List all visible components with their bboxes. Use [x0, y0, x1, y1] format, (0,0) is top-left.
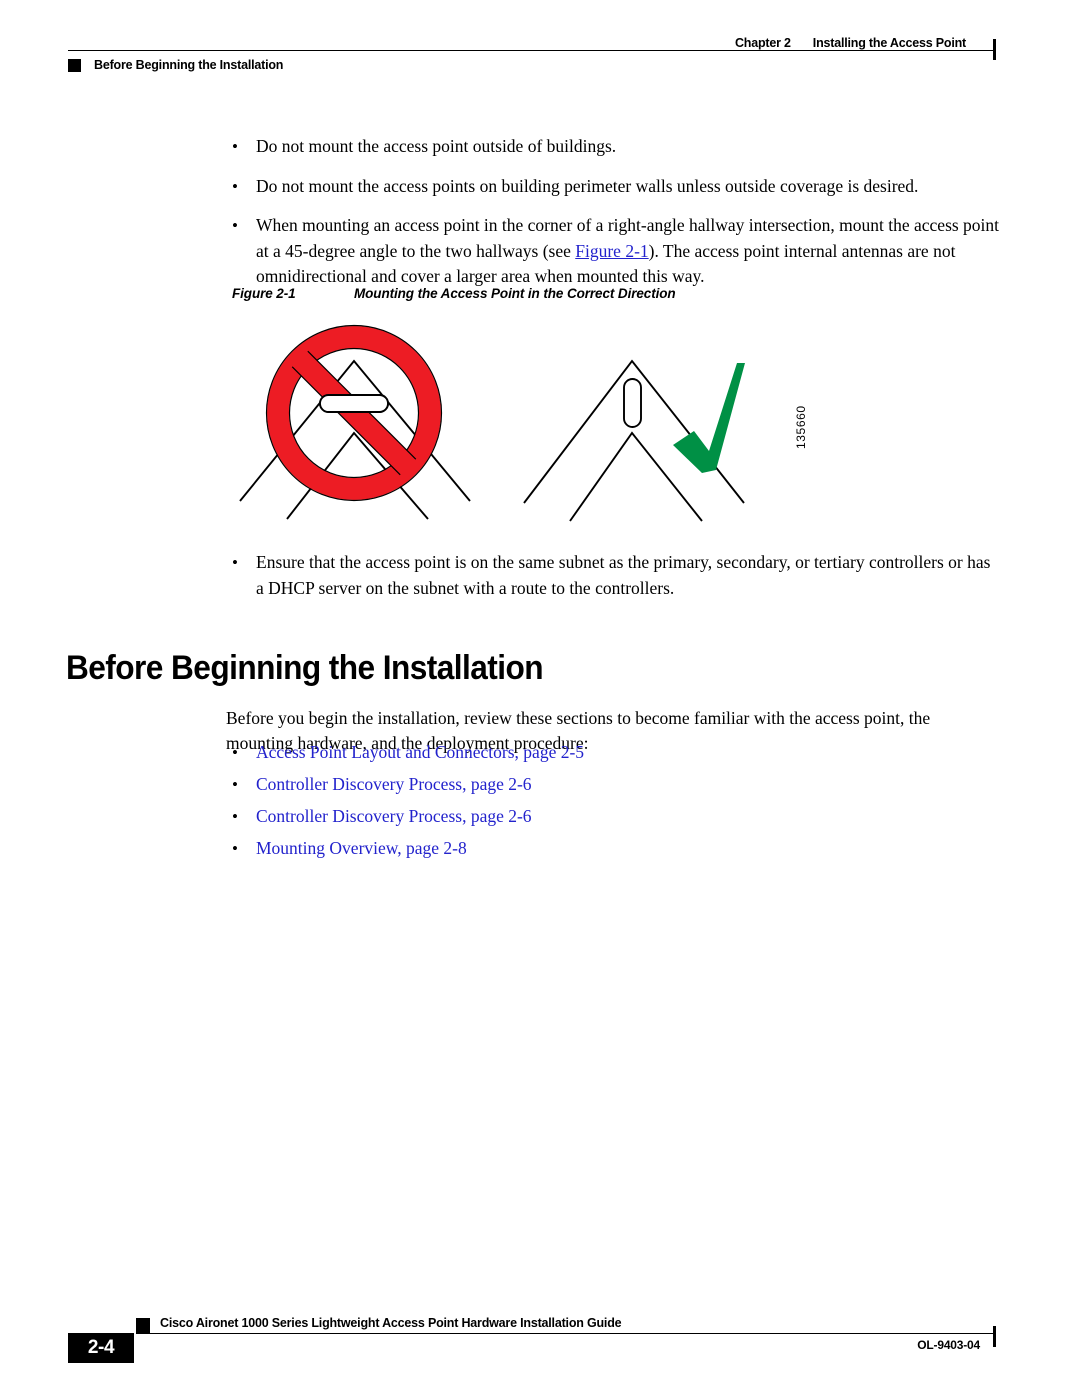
- bullet-marker-icon: •: [232, 807, 238, 826]
- list-item: • Controller Discovery Process, page 2-6: [232, 804, 992, 829]
- list-item-text: When mounting an access point in the cor…: [256, 213, 1002, 290]
- figure-caption-number: Figure 2-1: [232, 286, 296, 301]
- correct-mounting-diagram: [523, 359, 745, 522]
- list-item-text: Do not mount the access point outside of…: [256, 136, 617, 156]
- bullet-marker-icon: •: [232, 553, 238, 572]
- list-item-text: Ensure that the access point is on the s…: [256, 552, 991, 598]
- mounting-direction-illustration: [239, 324, 745, 522]
- figure-2-1: Figure 2-1 Mounting the Access Point in …: [232, 286, 1002, 528]
- figure-caption-title: Mounting the Access Point in the Correct…: [354, 286, 676, 301]
- header-chapter-line: Chapter 2 Installing the Access Point: [68, 28, 996, 50]
- access-point-vertical: [623, 378, 642, 428]
- bullet-marker-icon: •: [232, 743, 238, 762]
- running-head-text: Before Beginning the Installation: [94, 58, 284, 72]
- header-chapter-label: Chapter 2: [734, 36, 791, 50]
- page-header: Chapter 2 Installing the Access Point Be…: [68, 28, 996, 72]
- list-item-with-xref: • When mounting an access point in the c…: [232, 213, 1002, 290]
- bullet-marker-icon: •: [232, 176, 238, 196]
- footer-end-bar: [993, 1326, 996, 1347]
- running-head-row: Before Beginning the Installation: [68, 58, 996, 72]
- link-controller-discovery-process-1[interactable]: Controller Discovery Process, page 2-6: [256, 772, 992, 796]
- list-item-text: Do not mount the access points on buildi…: [256, 175, 919, 196]
- subnet-bullet-list: • Ensure that the access point is on the…: [232, 550, 1002, 615]
- list-item: • Mounting Overview, page 2-8: [232, 836, 992, 861]
- list-item: • Ensure that the access point is on the…: [232, 550, 1002, 601]
- header-end-bar: [993, 39, 996, 60]
- bullet-marker-icon: •: [232, 137, 238, 156]
- bullet-marker-icon: •: [232, 775, 238, 794]
- list-item: • Access Point Layout and Connectors, pa…: [232, 740, 992, 765]
- figure-2-1-link[interactable]: Figure 2-1: [575, 241, 648, 261]
- page-number-badge: 2-4: [68, 1333, 134, 1363]
- list-item: • Controller Discovery Process, page 2-6: [232, 772, 992, 797]
- guide-title: Cisco Aironet 1000 Series Lightweight Ac…: [160, 1316, 622, 1330]
- square-marker-icon: [68, 58, 81, 72]
- header-chapter-title: Installing the Access Point: [812, 36, 966, 50]
- section-link-list: • Access Point Layout and Connectors, pa…: [232, 740, 992, 868]
- page-title: Before Beginning the Installation: [66, 648, 544, 687]
- page-footer: 2-4 Cisco Aironet 1000 Series Lightweigh…: [0, 1312, 1080, 1372]
- link-mounting-overview[interactable]: Mounting Overview, page 2-8: [256, 836, 992, 860]
- link-controller-discovery-process-2[interactable]: Controller Discovery Process, page 2-6: [256, 804, 992, 828]
- document-id: OL-9403-04: [917, 1338, 980, 1352]
- figure-id-number: 135660: [794, 405, 808, 449]
- checkmark-icon: [673, 363, 745, 473]
- square-marker-icon: [136, 1318, 150, 1333]
- guidelines-bullet-list: • Do not mount the access point outside …: [232, 134, 1002, 304]
- incorrect-mounting-diagram: [239, 324, 471, 520]
- link-access-point-layout[interactable]: Access Point Layout and Connectors, page…: [256, 740, 992, 764]
- header-divider: [68, 39, 996, 60]
- bullet-marker-icon: •: [232, 216, 238, 235]
- figure-artwork: 135660: [232, 323, 832, 528]
- figure-caption: Figure 2-1 Mounting the Access Point in …: [232, 286, 1002, 301]
- footer-divider: [136, 1333, 996, 1334]
- bullet-marker-icon: •: [232, 839, 238, 858]
- list-item: • Do not mount the access point outside …: [232, 134, 1002, 160]
- access-point-horizontal-overlay: [319, 394, 389, 413]
- list-item: • Do not mount the access points on buil…: [232, 174, 1002, 200]
